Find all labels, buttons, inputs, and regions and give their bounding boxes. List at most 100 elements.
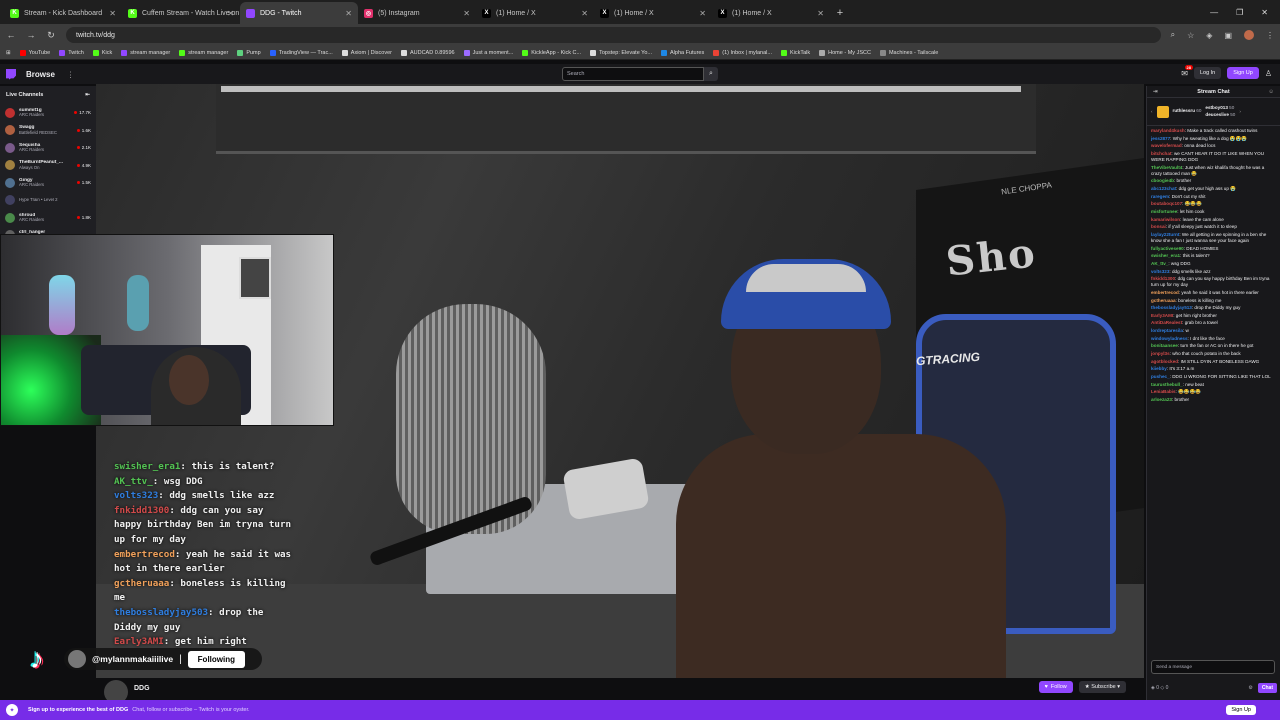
login-button[interactable]: Log In (1193, 67, 1222, 79)
minimize-icon[interactable]: — (1210, 8, 1218, 17)
restore-icon[interactable]: ❐ (1236, 8, 1243, 17)
chat-username[interactable]: gctheruaaa (1151, 298, 1176, 303)
browser-tab[interactable]: X (1) Home / X ✕ (476, 2, 594, 24)
bookmark-item[interactable]: Home - My JSCC (819, 49, 871, 56)
tab-close-icon[interactable]: ✕ (817, 9, 824, 18)
sidepanel-icon[interactable]: ▣ (1224, 31, 1232, 40)
search-icon[interactable]: ⌕ (1171, 30, 1175, 40)
tab-close-icon[interactable]: ✕ (699, 9, 706, 18)
banner-signup-button[interactable]: Sign Up (1226, 705, 1256, 715)
sidebar-channel[interactable]: Swagg Battlefield REDSEC 1.6K (0, 122, 96, 140)
search-input[interactable]: Search (562, 67, 704, 81)
tiktok-following-button[interactable]: Following (187, 650, 245, 668)
chat-username[interactable]: lordreptaresila (1151, 328, 1183, 333)
sidebar-channel[interactable]: TheBurntPeanut_... Always On 4.9K (0, 157, 96, 175)
profile-avatar[interactable] (1244, 30, 1254, 40)
users-icon[interactable]: ☺ (1268, 89, 1274, 95)
chat-username[interactable]: jonpyl3s (1151, 351, 1170, 356)
twitch-logo-icon[interactable] (6, 68, 16, 80)
chevron-right-icon[interactable]: › (1239, 109, 1241, 114)
browser-tab[interactable]: K Cuffem Stream - Watch Live on Kick✕ (122, 2, 240, 24)
chat-username[interactable]: bonsai (1151, 224, 1166, 229)
browser-tab[interactable]: X (1) Home / X ✕ (594, 2, 712, 24)
bookmark-item[interactable]: KickTalk (780, 49, 810, 56)
bookmark-item[interactable]: Pump (237, 49, 261, 56)
chat-username[interactable]: bonitaansee (1151, 343, 1178, 348)
bookmark-item[interactable]: Alpha Futures (661, 49, 704, 56)
browser-tab[interactable]: X (1) Home / X ✕ (712, 2, 830, 24)
chat-send-button[interactable]: Chat (1257, 683, 1277, 693)
sidebar-channel[interactable]: summit1g ARC Raiders 17.7K (0, 104, 96, 122)
browser-tab[interactable]: ◎ (5) Instagram ✕ (358, 2, 476, 24)
chat-username[interactable]: TheVibeVault4 (1151, 165, 1182, 170)
settings-icon[interactable]: ⚙ (1248, 685, 1252, 691)
forward-icon[interactable]: → (26, 30, 36, 40)
chat-username[interactable]: raregem (1151, 194, 1169, 199)
chat-username[interactable]: boutaboqc107 (1151, 201, 1182, 206)
chat-username[interactable]: fullyactivese90 (1151, 246, 1184, 251)
follow-button[interactable]: ♥ Follow (1038, 681, 1073, 693)
apps-icon[interactable]: ⊞ (6, 50, 11, 56)
collapse-icon[interactable]: ⇤ (85, 92, 90, 98)
chat-username[interactable]: cboogie4b (1151, 178, 1174, 183)
chat-username[interactable]: bitchchat (1151, 151, 1171, 156)
chat-username[interactable]: embertrecod (1151, 290, 1179, 295)
back-icon[interactable]: ← (6, 30, 16, 40)
chat-username[interactable]: AntiDaRealest (1151, 320, 1182, 325)
extensions-icon[interactable]: ◈ (1206, 31, 1212, 40)
chat-username[interactable]: volts323 (1151, 269, 1169, 274)
chat-username[interactable]: pushec_ (1151, 374, 1170, 379)
tab-close-icon[interactable]: ✕ (463, 9, 470, 18)
bookmark-item[interactable]: Just a moment... (463, 49, 513, 56)
bookmark-item[interactable]: stream manager (121, 49, 170, 56)
bookmark-item[interactable]: (1) Inbox | mylanal... (713, 49, 772, 56)
bookmark-item[interactable]: Kick (92, 49, 112, 56)
chat-username[interactable]: fnkidd1300 (1151, 276, 1175, 281)
new-tab-icon[interactable]: + (830, 2, 850, 24)
bookmark-item[interactable]: TradingView — Trac... (269, 49, 333, 56)
bookmark-item[interactable]: Machines - Tailscale (879, 49, 938, 56)
sidebar-channel[interactable]: Hype Train • Level 2 (0, 192, 96, 210)
tab-close-icon[interactable]: ✕ (109, 9, 116, 18)
more-icon[interactable]: ⋮ (67, 70, 75, 79)
chat-username[interactable]: misfortunee (1151, 209, 1177, 214)
tab-close-icon[interactable]: ✕ (581, 9, 588, 18)
star-icon[interactable]: ☆ (1187, 31, 1194, 40)
menu-icon[interactable]: ⋮ (1266, 31, 1274, 40)
browser-tab[interactable]: K Stream - Kick Dashboard ✕ (4, 2, 122, 24)
tab-close-icon[interactable]: ✕ (227, 9, 234, 18)
bookmark-item[interactable]: Axiom | Discover (341, 49, 392, 56)
bookmark-item[interactable]: KickleApp - Kick C... (522, 49, 581, 56)
chat-username[interactable]: AK_ttv_ (1151, 261, 1168, 266)
chat-username[interactable]: wavelofermad (1151, 143, 1182, 148)
chat-username[interactable]: laylay22turnt (1151, 232, 1179, 237)
bookmark-item[interactable]: Twitch (59, 49, 84, 56)
chat-username[interactable]: jess2877 (1151, 136, 1170, 141)
chat-username[interactable]: abc123chat (1151, 186, 1176, 191)
browser-tab[interactable]: DDG - Twitch ✕ (240, 2, 358, 24)
sidebar-channel[interactable]: shroud ARC Raiders 1.8K (0, 209, 96, 227)
subscribe-button[interactable]: ★ Subscribe ▾ (1078, 681, 1126, 693)
signup-button[interactable]: Sign Up (1227, 67, 1259, 79)
chat-username[interactable]: agotblocked (1151, 359, 1178, 364)
channel-name[interactable]: DDG (134, 685, 150, 692)
reload-icon[interactable]: ↻ (46, 30, 56, 41)
search-button[interactable]: ⌕ (704, 67, 718, 81)
sidebar-channel[interactable]: Sequisha ARC Raiders 2.1K (0, 139, 96, 157)
browse-link[interactable]: Browse (26, 70, 55, 79)
bookmark-item[interactable]: stream manager (179, 49, 228, 56)
tab-close-icon[interactable]: ✕ (345, 9, 352, 18)
chat-username[interactable]: maryland4kush (1151, 128, 1185, 133)
bookmark-item[interactable]: YouTube (19, 49, 50, 56)
chat-username[interactable]: Early3AMI (1151, 313, 1173, 318)
sidebar-channel[interactable]: Gingy ARC Raiders 1.5K (0, 174, 96, 192)
chat-username[interactable]: arloeza23 (1151, 397, 1172, 402)
chat-username[interactable]: windowyladness (1151, 336, 1188, 341)
chat-username[interactable]: LeniaBabis (1151, 389, 1176, 394)
user-icon[interactable]: ♙ (1265, 69, 1272, 78)
chat-username[interactable]: kiiebby (1151, 366, 1167, 371)
chat-username[interactable]: kamariwilson (1151, 217, 1180, 222)
notifications-icon[interactable]: ✉ 28 (1181, 64, 1193, 78)
close-window-icon[interactable]: ✕ (1261, 8, 1268, 17)
bookmark-item[interactable]: AUDCAD 0.89596 (400, 49, 455, 56)
